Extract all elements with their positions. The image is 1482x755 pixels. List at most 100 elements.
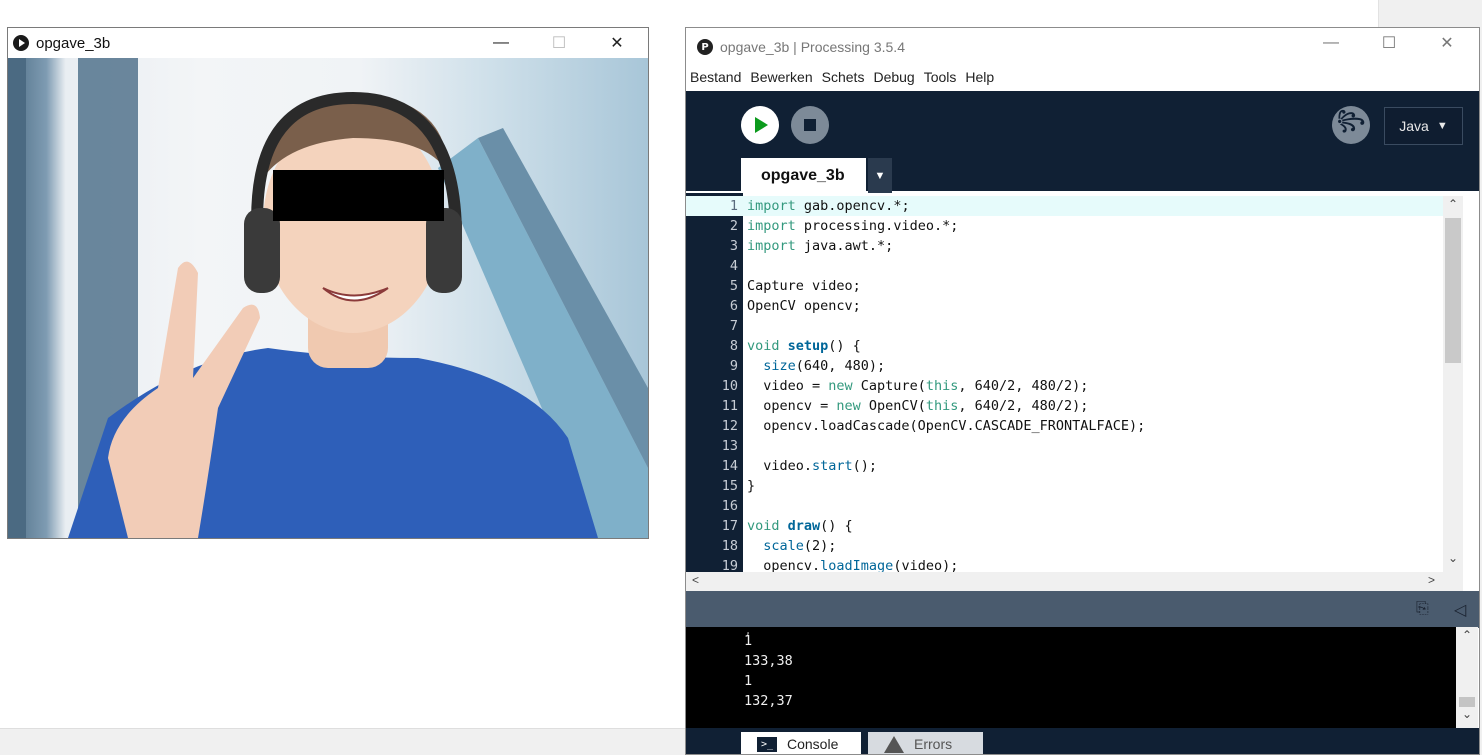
scroll-up-icon[interactable]: ⌃ — [1448, 197, 1458, 211]
code-line[interactable]: 2 import processing.video.*; — [686, 216, 1446, 236]
code-token: Capture( — [852, 378, 926, 394]
console-output[interactable]: , 1 133,38 1 132,37 — [686, 627, 1456, 728]
tab-row: opgave_3b ▼ — [686, 158, 1479, 193]
code-line[interactable]: 1 import gab.opencv.*; — [686, 196, 1446, 216]
ide-close-button[interactable]: ✕ — [1418, 28, 1476, 58]
menu-bestand[interactable]: Bestand — [690, 66, 746, 92]
code-line[interactable]: 5 Capture video; — [686, 276, 1446, 296]
code-line[interactable]: 16 — [686, 496, 1446, 516]
processing-logo-icon: P — [697, 39, 713, 55]
run-button[interactable] — [741, 106, 779, 144]
status-bar: ⎘ ◁ — [686, 591, 1479, 628]
line-number: 17 — [721, 518, 738, 534]
code-text: } — [747, 476, 755, 496]
tab-console[interactable]: >_ Console — [741, 732, 861, 754]
code-token: () { — [820, 518, 853, 534]
tab-menu-button[interactable]: ▼ — [868, 158, 892, 193]
code-line[interactable]: 11 opencv = new OpenCV(this, 640/2, 480/… — [686, 396, 1446, 416]
ide-window-title: opgave_3b | Processing 3.5.4 — [720, 39, 905, 55]
line-number: 2 — [729, 218, 738, 234]
scroll-right-icon[interactable]: > — [1428, 573, 1435, 587]
code-line[interactable]: 12 opencv.loadCascade(OpenCV.CASCADE_FRO… — [686, 416, 1446, 436]
ide-minimize-button[interactable]: — — [1302, 28, 1360, 58]
code-line[interactable]: 13 — [686, 436, 1446, 456]
code-editor[interactable]: 1 import gab.opencv.*; 2 import processing.… — [686, 193, 1463, 573]
sketch-titlebar[interactable]: opgave_3b — ☐ ✕ — [8, 28, 648, 58]
code-token: video = — [747, 378, 829, 394]
code-line[interactable]: 18 scale(2); — [686, 536, 1446, 556]
menu-schets[interactable]: Schets — [822, 66, 870, 92]
stop-button[interactable] — [791, 106, 829, 144]
code-line[interactable]: 7 — [686, 316, 1446, 336]
menu-tools[interactable]: Tools — [924, 66, 962, 92]
scrollbar-thumb[interactable] — [1445, 218, 1461, 363]
code-line[interactable]: 14 video.start(); — [686, 456, 1446, 476]
code-line[interactable]: 9 size(640, 480); — [686, 356, 1446, 376]
code-token: video. — [747, 458, 813, 474]
close-button[interactable]: ✕ — [588, 28, 646, 58]
copy-icon[interactable]: ⎘ — [1416, 600, 1429, 618]
code-token: loadImage — [820, 558, 894, 573]
collapse-icon[interactable]: ◁ — [1454, 600, 1466, 620]
mode-label: Java — [1399, 118, 1429, 134]
menu-bewerken[interactable]: Bewerken — [750, 66, 817, 92]
code-text: video = new Capture(this, 640/2, 480/2); — [747, 376, 1088, 396]
ide-titlebar[interactable]: P opgave_3b | Processing 3.5.4 — ☐ ✕ — [686, 28, 1479, 64]
code-token: import — [747, 238, 796, 254]
code-token: , 640/2, 480/2); — [958, 398, 1089, 414]
tab-opgave-3b[interactable]: opgave_3b — [741, 158, 866, 193]
code-text: opencv.loadCascade(OpenCV.CASCADE_FRONTA… — [747, 416, 1145, 436]
code-line[interactable]: 3 import java.awt.*; — [686, 236, 1446, 256]
code-line[interactable]: 19 opencv.loadImage(video); — [686, 556, 1446, 573]
scroll-up-icon[interactable]: ⌃ — [1462, 628, 1472, 642]
code-text: OpenCV opencv; — [747, 296, 861, 316]
debug-button[interactable]: ꧂ — [1332, 106, 1370, 144]
ide-maximize-button[interactable]: ☐ — [1360, 28, 1418, 58]
console-line: 133,38 — [744, 653, 793, 669]
editor-horizontal-scrollbar[interactable]: < > — [686, 572, 1463, 591]
console-scrollbar[interactable]: ⌃ ⌄ — [1456, 627, 1478, 728]
code-token: (640, 480); — [795, 358, 886, 374]
code-line[interactable]: 6 OpenCV opencv; — [686, 296, 1446, 316]
scroll-down-icon[interactable]: ⌄ — [1448, 551, 1458, 565]
line-number: 8 — [729, 338, 738, 354]
code-line[interactable]: 8 void setup() { — [686, 336, 1446, 356]
menu-debug[interactable]: Debug — [873, 66, 919, 92]
code-token: this — [925, 378, 959, 394]
code-token: (video); — [893, 558, 959, 573]
code-token: scale — [763, 538, 804, 554]
maximize-button[interactable]: ☐ — [530, 28, 588, 58]
code-text: opencv = new OpenCV(this, 640/2, 480/2); — [747, 396, 1088, 416]
tab-errors[interactable]: Errors — [868, 732, 983, 754]
tab-errors-label: Errors — [914, 736, 953, 752]
warning-icon — [884, 735, 904, 753]
line-number: 6 — [729, 298, 738, 314]
minimize-button[interactable]: — — [472, 28, 530, 58]
scroll-left-icon[interactable]: < — [692, 573, 699, 587]
code-line[interactable]: 15} — [686, 476, 1446, 496]
line-number: 11 — [721, 398, 738, 414]
scrollbar-thumb[interactable] — [1459, 697, 1475, 707]
code-token: new — [828, 378, 853, 394]
line-number: 5 — [729, 278, 738, 294]
code-token: opencv. — [747, 558, 821, 573]
console-line: 132,37 — [744, 693, 793, 709]
code-line[interactable]: 17 void draw() { — [686, 516, 1446, 536]
mode-select[interactable]: Java ▼ — [1384, 107, 1463, 145]
code-line[interactable]: 4 — [686, 256, 1446, 276]
code-token: draw — [787, 518, 821, 534]
code-text: import java.awt.*; — [747, 236, 893, 256]
code-line[interactable]: 10 video = new Capture(this, 640/2, 480/… — [686, 376, 1446, 396]
chevron-down-icon: ▼ — [1436, 120, 1448, 132]
line-number: 16 — [721, 498, 738, 514]
editor-vertical-scrollbar[interactable]: ⌃ ⌄ — [1443, 196, 1463, 573]
menu-help[interactable]: Help — [965, 66, 999, 92]
scroll-down-icon[interactable]: ⌄ — [1462, 707, 1472, 721]
line-number: 12 — [721, 418, 738, 434]
sketch-window: opgave_3b — ☐ ✕ — [7, 27, 649, 539]
code-token: , 640/2, 480/2); — [958, 378, 1089, 394]
console-line: 1 — [744, 673, 753, 689]
